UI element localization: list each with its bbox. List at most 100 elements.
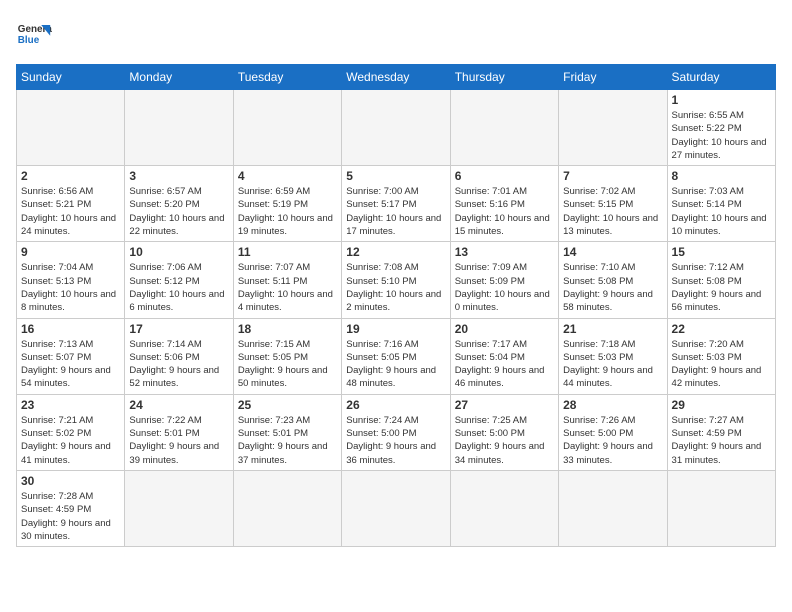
day-info: Sunrise: 7:06 AM Sunset: 5:12 PM Dayligh… — [129, 261, 228, 314]
day-info: Sunrise: 7:08 AM Sunset: 5:10 PM Dayligh… — [346, 261, 445, 314]
day-number: 26 — [346, 398, 445, 412]
calendar-cell: 19 Sunrise: 7:16 AM Sunset: 5:05 PM Dayli… — [342, 318, 450, 394]
day-number: 17 — [129, 322, 228, 336]
column-header-thursday: Thursday — [450, 65, 558, 90]
calendar-cell — [233, 90, 341, 166]
column-header-wednesday: Wednesday — [342, 65, 450, 90]
calendar-cell — [125, 470, 233, 546]
day-number: 7 — [563, 169, 662, 183]
calendar-cell: 15 Sunrise: 7:12 AM Sunset: 5:08 PM Dayli… — [667, 242, 775, 318]
calendar-cell: 13 Sunrise: 7:09 AM Sunset: 5:09 PM Dayli… — [450, 242, 558, 318]
day-number: 1 — [672, 93, 771, 107]
calendar-cell: 2 Sunrise: 6:56 AM Sunset: 5:21 PM Daylig… — [17, 166, 125, 242]
calendar-week-row: 2 Sunrise: 6:56 AM Sunset: 5:21 PM Daylig… — [17, 166, 776, 242]
day-number: 14 — [563, 245, 662, 259]
day-info: Sunrise: 7:09 AM Sunset: 5:09 PM Dayligh… — [455, 261, 554, 314]
day-info: Sunrise: 7:23 AM Sunset: 5:01 PM Dayligh… — [238, 414, 337, 467]
calendar-cell: 23Sunrise: 7:21 AM Sunset: 5:02 PM Dayli… — [17, 394, 125, 470]
calendar-cell: 25 Sunrise: 7:23 AM Sunset: 5:01 PM Dayli… — [233, 394, 341, 470]
calendar-header-row: SundayMondayTuesdayWednesdayThursdayFrid… — [17, 65, 776, 90]
calendar-cell: 14Sunrise: 7:10 AM Sunset: 5:08 PM Dayli… — [559, 242, 667, 318]
column-header-sunday: Sunday — [17, 65, 125, 90]
calendar-week-row: 9 Sunrise: 7:04 AM Sunset: 5:13 PM Daylig… — [17, 242, 776, 318]
day-number: 2 — [21, 169, 120, 183]
day-info: Sunrise: 7:14 AM Sunset: 5:06 PM Dayligh… — [129, 338, 228, 391]
day-number: 30 — [21, 474, 120, 488]
day-info: Sunrise: 7:28 AM Sunset: 4:59 PM Dayligh… — [21, 490, 120, 543]
day-info: Sunrise: 6:55 AM Sunset: 5:22 PM Dayligh… — [672, 109, 771, 162]
day-number: 15 — [672, 245, 771, 259]
calendar-cell — [559, 90, 667, 166]
day-number: 6 — [455, 169, 554, 183]
day-number: 23 — [21, 398, 120, 412]
calendar-cell: 24Sunrise: 7:22 AM Sunset: 5:01 PM Dayli… — [125, 394, 233, 470]
logo: General Blue — [16, 16, 52, 52]
day-info: Sunrise: 6:59 AM Sunset: 5:19 PM Dayligh… — [238, 185, 337, 238]
calendar-cell: 10 Sunrise: 7:06 AM Sunset: 5:12 PM Dayli… — [125, 242, 233, 318]
day-number: 29 — [672, 398, 771, 412]
day-info: Sunrise: 6:57 AM Sunset: 5:20 PM Dayligh… — [129, 185, 228, 238]
day-info: Sunrise: 7:17 AM Sunset: 5:04 PM Dayligh… — [455, 338, 554, 391]
calendar-cell — [450, 90, 558, 166]
day-info: Sunrise: 7:26 AM Sunset: 5:00 PM Dayligh… — [563, 414, 662, 467]
calendar-week-row: 1 Sunrise: 6:55 AM Sunset: 5:22 PM Daylig… — [17, 90, 776, 166]
day-info: Sunrise: 7:12 AM Sunset: 5:08 PM Dayligh… — [672, 261, 771, 314]
calendar-week-row: 30 Sunrise: 7:28 AM Sunset: 4:59 PM Dayli… — [17, 470, 776, 546]
calendar-cell: 1 Sunrise: 6:55 AM Sunset: 5:22 PM Daylig… — [667, 90, 775, 166]
calendar-cell: 30 Sunrise: 7:28 AM Sunset: 4:59 PM Dayli… — [17, 470, 125, 546]
day-number: 4 — [238, 169, 337, 183]
calendar-cell: 6 Sunrise: 7:01 AM Sunset: 5:16 PM Daylig… — [450, 166, 558, 242]
day-info: Sunrise: 6:56 AM Sunset: 5:21 PM Dayligh… — [21, 185, 120, 238]
calendar-cell: 5 Sunrise: 7:00 AM Sunset: 5:17 PM Daylig… — [342, 166, 450, 242]
calendar-cell: 16 Sunrise: 7:13 AM Sunset: 5:07 PM Dayli… — [17, 318, 125, 394]
day-number: 9 — [21, 245, 120, 259]
calendar-cell — [667, 470, 775, 546]
calendar-cell: 3Sunrise: 6:57 AM Sunset: 5:20 PM Daylig… — [125, 166, 233, 242]
day-number: 20 — [455, 322, 554, 336]
calendar-cell: 12 Sunrise: 7:08 AM Sunset: 5:10 PM Dayli… — [342, 242, 450, 318]
calendar-cell — [342, 90, 450, 166]
svg-text:Blue: Blue — [18, 35, 40, 46]
day-number: 16 — [21, 322, 120, 336]
calendar-cell: 4 Sunrise: 6:59 AM Sunset: 5:19 PM Daylig… — [233, 166, 341, 242]
day-info: Sunrise: 7:03 AM Sunset: 5:14 PM Dayligh… — [672, 185, 771, 238]
day-number: 5 — [346, 169, 445, 183]
calendar-cell — [125, 90, 233, 166]
page-header: General Blue — [16, 16, 776, 52]
calendar-cell — [342, 470, 450, 546]
calendar-cell — [450, 470, 558, 546]
calendar-cell: 11Sunrise: 7:07 AM Sunset: 5:11 PM Dayli… — [233, 242, 341, 318]
calendar-week-row: 23Sunrise: 7:21 AM Sunset: 5:02 PM Dayli… — [17, 394, 776, 470]
day-info: Sunrise: 7:24 AM Sunset: 5:00 PM Dayligh… — [346, 414, 445, 467]
calendar-cell: 8Sunrise: 7:03 AM Sunset: 5:14 PM Daylig… — [667, 166, 775, 242]
day-info: Sunrise: 7:15 AM Sunset: 5:05 PM Dayligh… — [238, 338, 337, 391]
calendar-cell: 28 Sunrise: 7:26 AM Sunset: 5:00 PM Dayli… — [559, 394, 667, 470]
day-number: 21 — [563, 322, 662, 336]
day-number: 28 — [563, 398, 662, 412]
calendar-week-row: 16 Sunrise: 7:13 AM Sunset: 5:07 PM Dayli… — [17, 318, 776, 394]
day-number: 11 — [238, 245, 337, 259]
logo-icon: General Blue — [16, 16, 52, 52]
column-header-friday: Friday — [559, 65, 667, 90]
day-number: 10 — [129, 245, 228, 259]
calendar-cell: 7 Sunrise: 7:02 AM Sunset: 5:15 PM Daylig… — [559, 166, 667, 242]
calendar-cell: 22 Sunrise: 7:20 AM Sunset: 5:03 PM Dayli… — [667, 318, 775, 394]
day-info: Sunrise: 7:20 AM Sunset: 5:03 PM Dayligh… — [672, 338, 771, 391]
day-number: 25 — [238, 398, 337, 412]
calendar-cell: 26 Sunrise: 7:24 AM Sunset: 5:00 PM Dayli… — [342, 394, 450, 470]
day-number: 12 — [346, 245, 445, 259]
day-info: Sunrise: 7:16 AM Sunset: 5:05 PM Dayligh… — [346, 338, 445, 391]
calendar-cell — [233, 470, 341, 546]
day-info: Sunrise: 7:02 AM Sunset: 5:15 PM Dayligh… — [563, 185, 662, 238]
day-info: Sunrise: 7:13 AM Sunset: 5:07 PM Dayligh… — [21, 338, 120, 391]
day-number: 13 — [455, 245, 554, 259]
day-info: Sunrise: 7:01 AM Sunset: 5:16 PM Dayligh… — [455, 185, 554, 238]
day-info: Sunrise: 7:00 AM Sunset: 5:17 PM Dayligh… — [346, 185, 445, 238]
column-header-saturday: Saturday — [667, 65, 775, 90]
day-info: Sunrise: 7:04 AM Sunset: 5:13 PM Dayligh… — [21, 261, 120, 314]
day-number: 19 — [346, 322, 445, 336]
day-number: 22 — [672, 322, 771, 336]
day-number: 27 — [455, 398, 554, 412]
calendar-cell: 20 Sunrise: 7:17 AM Sunset: 5:04 PM Dayli… — [450, 318, 558, 394]
column-header-tuesday: Tuesday — [233, 65, 341, 90]
